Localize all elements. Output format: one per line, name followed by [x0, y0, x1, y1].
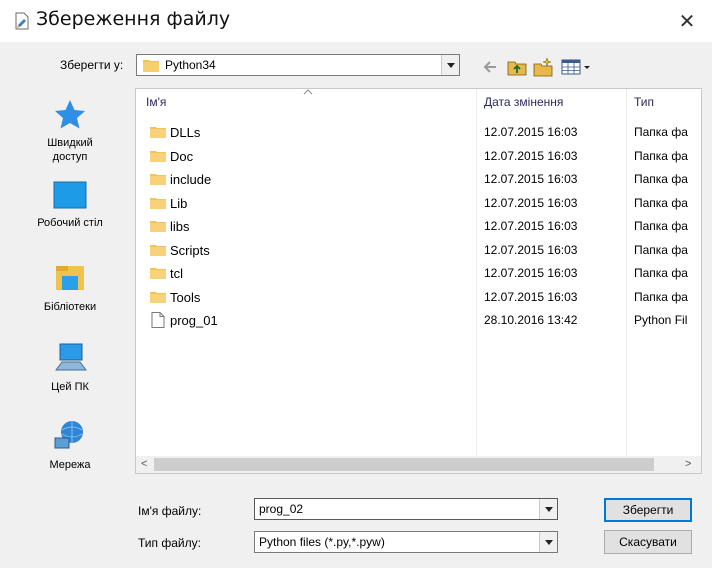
computer-icon	[55, 343, 87, 371]
file-name: prog_01	[170, 313, 218, 328]
chevron-down-icon[interactable]	[441, 55, 459, 75]
file-type: Папка фа	[634, 289, 688, 304]
place-network[interactable]: Мережа	[10, 418, 130, 472]
file-type: Папка фа	[634, 195, 688, 210]
new-folder-icon[interactable]	[532, 56, 554, 78]
list-item[interactable]: Doc 12.07.2015 16:03 Папка фа	[136, 145, 701, 168]
save-in-value: Python34	[165, 58, 216, 72]
file-date: 12.07.2015 16:03	[484, 266, 578, 280]
star-icon	[55, 100, 85, 129]
list-item[interactable]: Lib 12.07.2015 16:03 Папка фа	[136, 192, 701, 215]
places-bar: Швидкий доступ Робочий стіл Бібліотеки Ц…	[10, 90, 130, 488]
back-arrow-icon[interactable]	[480, 56, 502, 78]
filename-label: Ім'я файлу:	[138, 504, 202, 518]
file-type: Папка фа	[634, 148, 688, 163]
dialog-title: Збереження файлу	[36, 8, 231, 30]
cancel-button[interactable]: Скасувати	[604, 530, 692, 554]
place-label: Робочий стіл	[37, 217, 103, 229]
list-item[interactable]: libs 12.07.2015 16:03 Папка фа	[136, 215, 701, 238]
place-label: Цей ПК	[51, 381, 89, 393]
filename-value: prog_02	[259, 502, 304, 516]
close-icon: ✕	[678, 9, 696, 33]
place-this-pc[interactable]: Цей ПК	[10, 340, 130, 394]
file-name: include	[170, 172, 212, 187]
place-desktop[interactable]: Робочий стіл	[10, 180, 130, 230]
place-libraries[interactable]: Бібліотеки	[10, 260, 130, 314]
list-item[interactable]: tcl 12.07.2015 16:03 Папка фа	[136, 262, 701, 285]
view-menu-icon[interactable]	[560, 56, 594, 78]
libraries-icon	[56, 266, 84, 290]
file-name: Doc	[170, 148, 194, 164]
file-type: Папка фа	[634, 266, 688, 280]
file-name: Scripts	[170, 242, 210, 258]
place-label: доступ	[52, 151, 88, 163]
file-date: 12.07.2015 16:03	[484, 219, 578, 233]
place-quick-access[interactable]: Швидкий доступ	[10, 98, 130, 164]
folder-icon	[150, 291, 166, 303]
file-date: 12.07.2015 16:03	[484, 148, 578, 163]
file-date: 28.10.2016 13:42	[484, 313, 578, 327]
save-button[interactable]: Зберегти	[604, 498, 692, 522]
folder-icon	[143, 60, 159, 72]
column-header-name[interactable]: Ім'я	[146, 95, 166, 109]
folder-icon	[150, 150, 166, 162]
file-date: 12.07.2015 16:03	[484, 172, 578, 186]
list-item[interactable]: Scripts 12.07.2015 16:03 Папка фа	[136, 239, 701, 262]
place-label: Мережа	[49, 459, 91, 471]
scrollbar-thumb[interactable]	[154, 458, 654, 471]
file-name: tcl	[170, 266, 183, 281]
filetype-value: Python files (*.py,*.pyw)	[259, 535, 385, 549]
save-in-label: Зберегти у:	[60, 58, 124, 72]
file-type: Папка фа	[634, 242, 688, 257]
file-date: 12.07.2015 16:03	[484, 125, 578, 139]
file-name: Tools	[170, 289, 201, 305]
filetype-dropdown[interactable]: Python files (*.py,*.pyw)	[254, 531, 558, 553]
folder-icon	[150, 244, 166, 256]
desktop-icon	[53, 181, 87, 209]
file-date: 12.07.2015 16:03	[484, 195, 578, 210]
save-in-dropdown[interactable]: Python34	[136, 54, 460, 76]
chevron-down-icon[interactable]	[539, 532, 557, 552]
list-item[interactable]: prog_01 28.10.2016 13:42 Python Fil	[136, 309, 701, 332]
file-date: 12.07.2015 16:03	[484, 242, 578, 257]
file-name: DLLs	[170, 125, 201, 140]
file-list[interactable]: Ім'я Дата змінення Тип DLLs 12.07.2015 1…	[135, 88, 702, 474]
folder-icon	[150, 174, 166, 185]
title-bar: Збереження файлу ✕	[0, 0, 712, 42]
list-item[interactable]: Tools 12.07.2015 16:03 Папка фа	[136, 286, 701, 309]
column-header-date[interactable]: Дата змінення	[484, 95, 563, 109]
file-name: libs	[170, 219, 190, 234]
save-file-dialog: Збереження файлу ✕ Зберегти у: Python34	[0, 0, 712, 568]
close-button[interactable]: ✕	[672, 6, 702, 36]
place-label: Швидкий	[47, 137, 93, 149]
filetype-label: Тип файлу:	[138, 536, 201, 550]
horizontal-scrollbar[interactable]: < >	[136, 456, 701, 473]
folder-icon	[150, 197, 166, 209]
sort-arrow-icon	[303, 89, 313, 95]
folder-icon	[150, 221, 166, 232]
network-icon	[54, 421, 83, 449]
chevron-down-icon[interactable]	[539, 499, 557, 519]
scroll-left-icon[interactable]: <	[141, 458, 147, 470]
file-type: Папка фа	[634, 219, 688, 233]
file-type: Python Fil	[634, 313, 688, 327]
file-name: Lib	[170, 195, 188, 211]
save-document-icon	[15, 12, 29, 30]
list-item[interactable]: DLLs 12.07.2015 16:03 Папка фа	[136, 121, 701, 144]
file-type: Папка фа	[634, 125, 688, 139]
folder-icon	[150, 268, 166, 279]
filename-input[interactable]: prog_02	[254, 498, 558, 520]
document-icon	[151, 312, 165, 328]
folder-icon	[150, 127, 166, 138]
column-header-type[interactable]: Тип	[634, 95, 654, 109]
place-label: Бібліотеки	[43, 301, 97, 313]
file-date: 12.07.2015 16:03	[484, 289, 578, 304]
up-folder-icon[interactable]	[506, 56, 528, 78]
scroll-right-icon[interactable]: >	[685, 458, 691, 470]
list-item[interactable]: include 12.07.2015 16:03 Папка фа	[136, 168, 701, 191]
file-type: Папка фа	[634, 172, 688, 186]
